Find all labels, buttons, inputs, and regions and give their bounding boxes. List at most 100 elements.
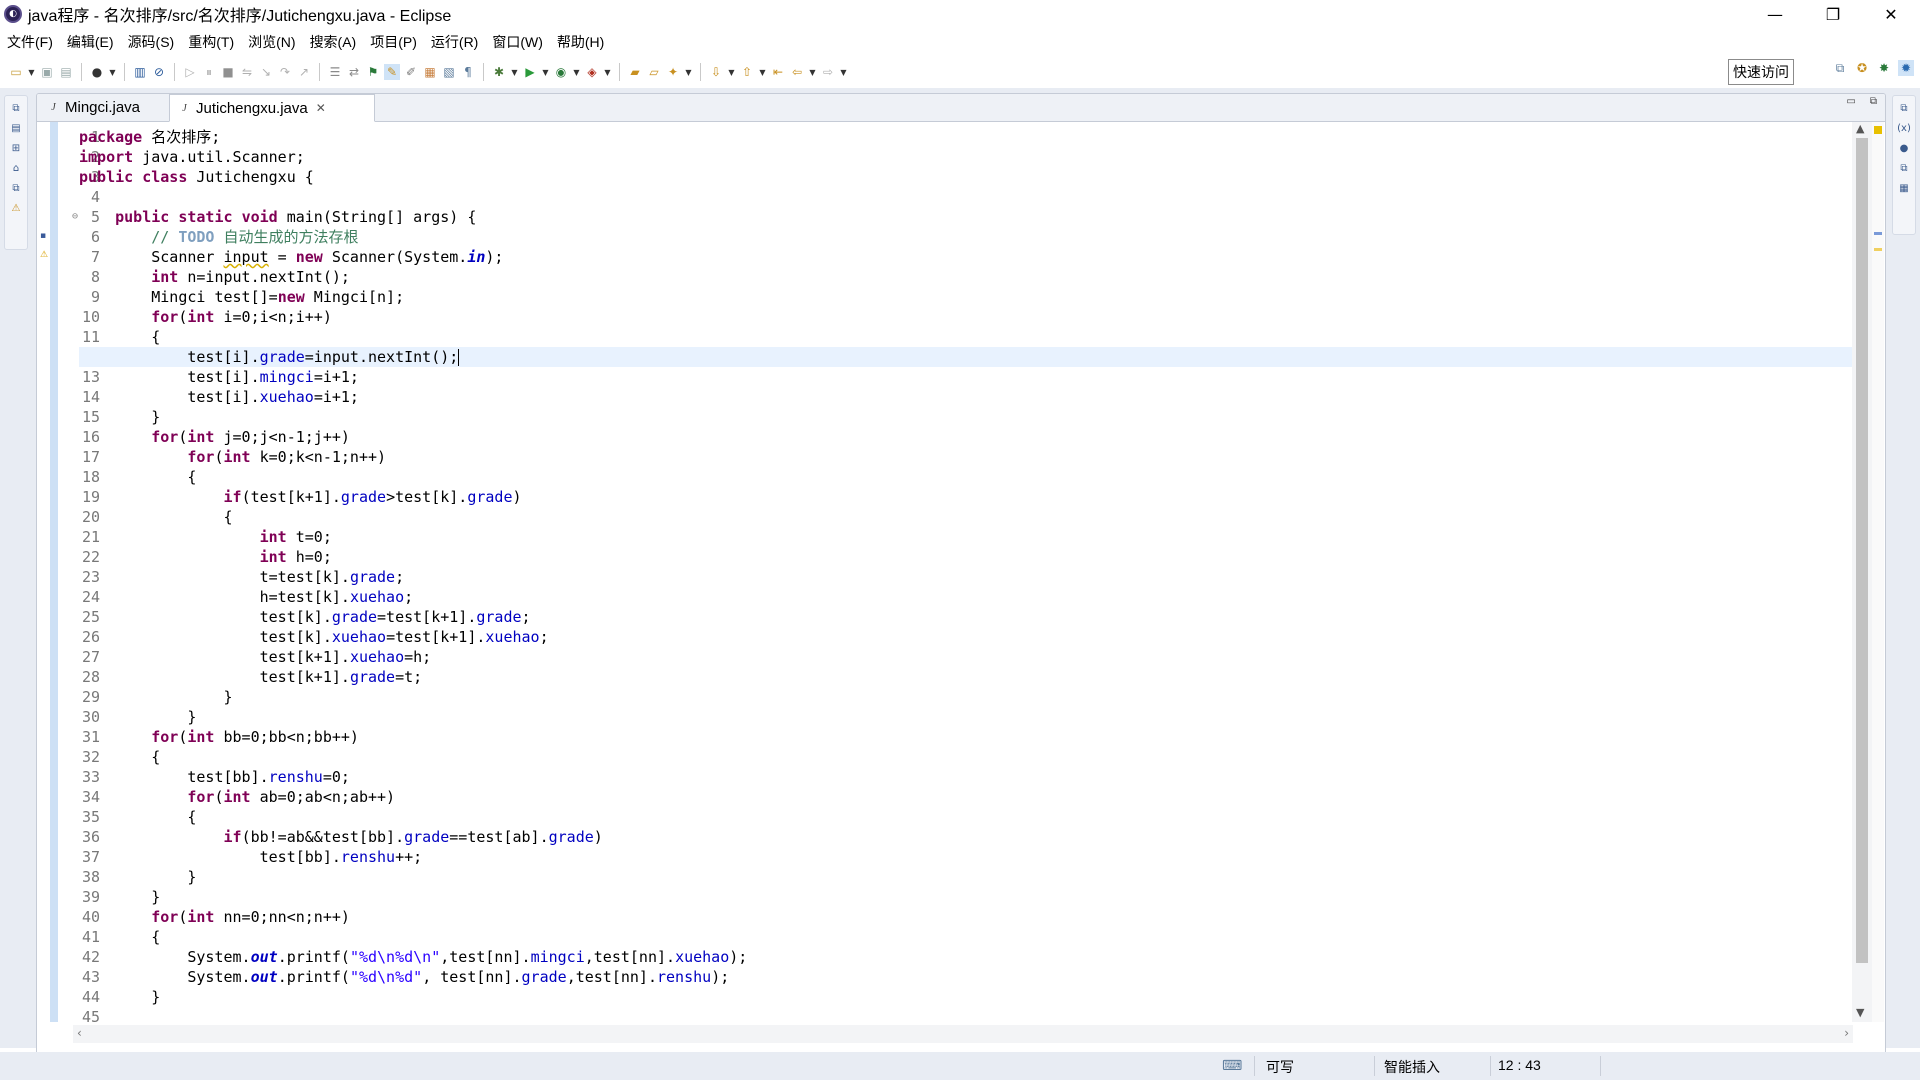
menu-source[interactable]: 源码(S) [121, 32, 182, 52]
restore-view-icon[interactable]: ⧉ [9, 102, 23, 114]
java-ee-perspective-icon[interactable]: ✪ [1854, 60, 1870, 76]
type-hierarchy-icon[interactable]: ⊞ [9, 142, 23, 154]
warning-overview-marker[interactable] [1874, 248, 1882, 251]
code-line[interactable]: public class Jutichengxu { [79, 167, 1852, 187]
close-tab-icon[interactable]: ✕ [316, 101, 326, 115]
code-line[interactable]: package 名次排序; [79, 127, 1852, 147]
open-declaration-icon[interactable]: ⚑ [365, 64, 381, 80]
resume-icon[interactable]: ▷ [182, 64, 198, 80]
step-return-icon[interactable]: ↗ [296, 64, 312, 80]
horizontal-scrollbar[interactable]: ‹ › [73, 1025, 1853, 1043]
code-line[interactable]: for(int nn=0;nn<n;n++) [79, 907, 1852, 927]
run-dropdown-icon[interactable]: ▼ [541, 68, 550, 77]
step-into-icon[interactable]: ↘ [258, 64, 274, 80]
code-line[interactable]: if(test[k+1].grade>test[k].grade) [79, 487, 1852, 507]
code-line[interactable] [79, 1007, 1852, 1027]
code-line[interactable]: for(int bb=0;bb<n;bb++) [79, 727, 1852, 747]
code-line[interactable]: for(int k=0;k<n-1;n++) [79, 447, 1852, 467]
variables-icon[interactable]: (x) [1897, 122, 1911, 134]
back-dropdown-icon[interactable]: ▼ [808, 68, 817, 77]
code-line[interactable]: } [79, 407, 1852, 427]
quick-access-field[interactable]: 快速访问 [1728, 59, 1794, 85]
tab-mingci-java[interactable]: J Mingci.java [39, 94, 167, 121]
code-line[interactable]: import java.util.Scanner; [79, 147, 1852, 167]
code-line[interactable]: test[k+1].grade=t; [79, 667, 1852, 687]
word-wrap-icon[interactable]: ▧ [441, 64, 457, 80]
forward-dropdown-icon[interactable]: ▼ [839, 68, 848, 77]
code-line[interactable]: if(bb!=ab&&test[bb].grade==test[ab].grad… [79, 827, 1852, 847]
scroll-left-icon[interactable]: ‹ [77, 1026, 82, 1040]
code-line[interactable]: for(int ab=0;ab<n;ab++) [79, 787, 1852, 807]
code-line[interactable]: { [79, 507, 1852, 527]
search-dropdown-icon[interactable]: ▼ [684, 68, 693, 77]
current-code-line[interactable]: test[i].grade=input.nextInt(); [79, 347, 1852, 367]
next-annotation-icon[interactable]: ⇩ [708, 64, 724, 80]
coverage-icon[interactable]: ◉ [553, 64, 569, 80]
code-line[interactable]: test[k].grade=test[k+1].grade; [79, 607, 1852, 627]
code-line[interactable]: } [79, 867, 1852, 887]
code-line[interactable]: } [79, 707, 1852, 727]
restore-view-icon[interactable]: ⧉ [1897, 162, 1911, 174]
external-tools-dropdown-icon[interactable]: ▼ [603, 68, 612, 77]
code-line[interactable]: h=test[k].xuehao; [79, 587, 1852, 607]
package-explorer-icon[interactable]: ▤ [9, 122, 23, 134]
use-step-filters-icon[interactable]: ⇄ [346, 64, 362, 80]
code-line[interactable]: test[bb].renshu++; [79, 847, 1852, 867]
scroll-down-icon[interactable]: ▼ [1856, 1006, 1864, 1019]
run-icon[interactable]: ▶ [522, 64, 538, 80]
code-line[interactable]: // TODO 自动生成的方法存根 [79, 227, 1852, 247]
code-line[interactable]: int n=input.nextInt(); [79, 267, 1852, 287]
minimize-editor-icon[interactable]: ▭ [1846, 96, 1855, 107]
code-line[interactable]: test[i].xuehao=i+1; [79, 387, 1852, 407]
menu-search[interactable]: 搜索(A) [303, 32, 364, 52]
new-java-project-icon[interactable]: ▰ [627, 64, 643, 80]
disconnect-icon[interactable]: ⇋ [239, 64, 255, 80]
breakpoints-icon[interactable]: ● [1897, 142, 1911, 154]
code-line[interactable]: } [79, 887, 1852, 907]
show-whitespace-icon[interactable]: ¶ [460, 64, 476, 80]
annotation-icon[interactable]: ✐ [403, 64, 419, 80]
save-icon[interactable]: ▣ [39, 64, 55, 80]
restore-view-icon[interactable]: ⧉ [9, 182, 23, 194]
skip-breakpoints-icon[interactable]: ⊘ [151, 64, 167, 80]
code-line[interactable]: Scanner input = new Scanner(System.in); [79, 247, 1852, 267]
menu-edit[interactable]: 编辑(E) [60, 32, 121, 52]
code-line[interactable]: { [79, 327, 1852, 347]
terminate-icon[interactable]: ■ [220, 64, 236, 80]
code-line[interactable]: ⊖ public static void main(String[] args)… [72, 207, 1852, 227]
open-perspective-icon[interactable]: ⧉ [1832, 60, 1848, 76]
debug-run-dropdown-icon[interactable]: ▼ [510, 68, 519, 77]
code-line[interactable]: for(int j=0;j<n-1;j++) [79, 427, 1852, 447]
code-line[interactable]: { [79, 927, 1852, 947]
new-dropdown-icon[interactable]: ▼ [27, 68, 36, 77]
code-line[interactable]: test[k+1].xuehao=h; [79, 647, 1852, 667]
menu-refactor[interactable]: 重构(T) [181, 32, 241, 52]
java-perspective-icon[interactable]: ✸ [1876, 60, 1892, 76]
save-all-icon[interactable]: ▤ [58, 64, 74, 80]
code-line[interactable]: int h=0; [79, 547, 1852, 567]
mark-occurrences-icon[interactable]: ✎ [384, 64, 400, 80]
code-line[interactable]: { [79, 747, 1852, 767]
menu-help[interactable]: 帮助(H) [550, 32, 611, 52]
code-line[interactable]: t=test[k].grade; [79, 567, 1852, 587]
previous-annotation-dropdown-icon[interactable]: ▼ [758, 68, 767, 77]
debug-icon[interactable]: ✱ [491, 64, 507, 80]
code-line[interactable]: System.out.printf("%d\n%d\n",test[nn].mi… [79, 947, 1852, 967]
menu-run[interactable]: 运行(R) [424, 32, 485, 52]
debug-perspective-icon[interactable]: ✹ [1898, 60, 1914, 76]
suspend-icon[interactable]: ⏸ [201, 64, 217, 80]
code-line[interactable]: Mingci test[]=new Mingci[n]; [79, 287, 1852, 307]
problems-icon[interactable]: ⚠ [9, 202, 23, 214]
fold-icon[interactable]: ⊖ [72, 207, 78, 227]
scroll-right-icon[interactable]: › [1844, 1026, 1849, 1040]
code-line[interactable]: { [79, 807, 1852, 827]
vertical-scrollbar[interactable]: ▲ ▼ [1852, 122, 1872, 1022]
code-line[interactable]: int t=0; [79, 527, 1852, 547]
menu-window[interactable]: 窗口(W) [485, 32, 550, 52]
code-lines[interactable]: package 名次排序; import java.util.Scanner; … [72, 127, 1852, 1027]
code-line[interactable]: for(int i=0;i<n;i++) [79, 307, 1852, 327]
warning-overview-icon[interactable] [1874, 126, 1882, 134]
code-line[interactable]: { [79, 467, 1852, 487]
menu-file[interactable]: 文件(F) [0, 32, 60, 52]
code-line[interactable]: } [79, 687, 1852, 707]
